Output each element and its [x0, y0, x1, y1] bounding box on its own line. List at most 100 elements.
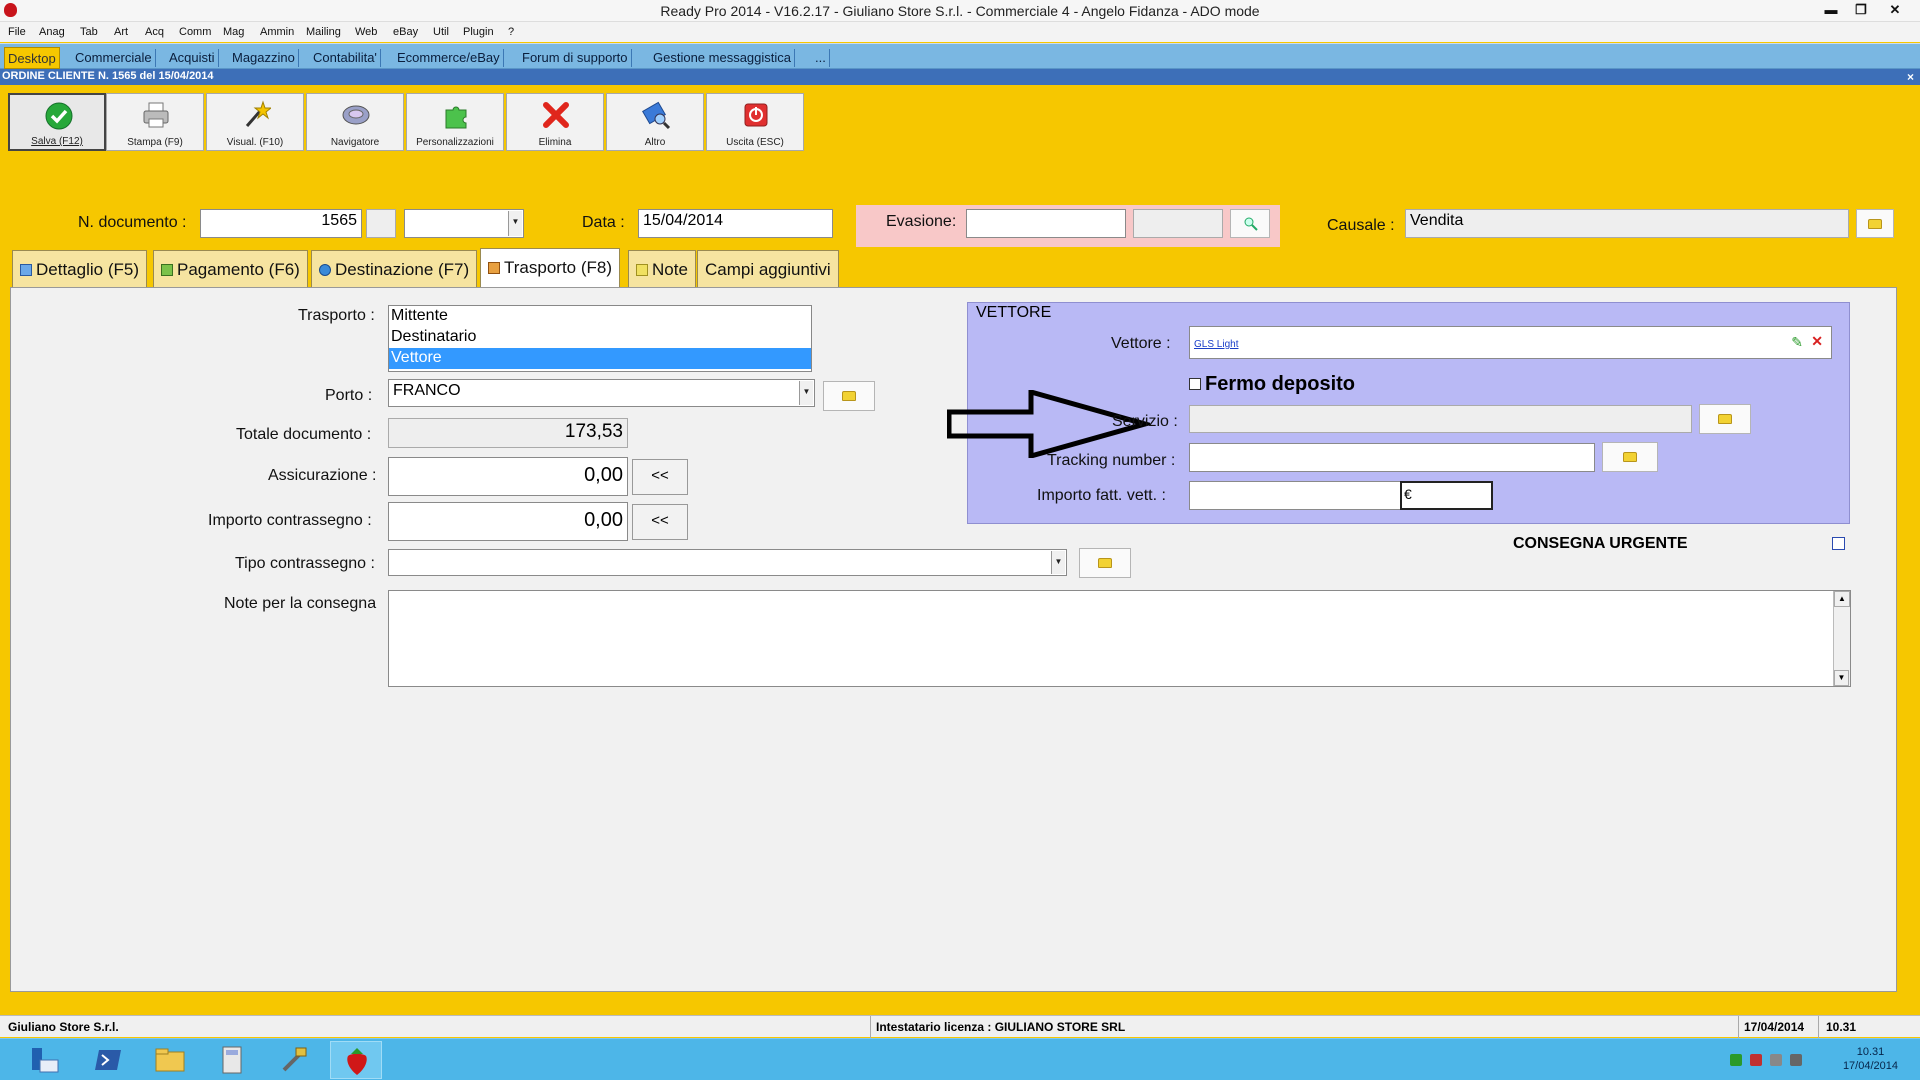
- tab-dettaglio[interactable]: Dettaglio (F5): [12, 250, 147, 287]
- menu-art[interactable]: Art: [114, 26, 128, 38]
- porto-value: FRANCO: [393, 382, 461, 399]
- tipo-contrassegno-folder-button[interactable]: [1079, 548, 1131, 578]
- evasione-input[interactable]: [966, 209, 1126, 238]
- note-scrollbar[interactable]: ▲ ▼: [1833, 591, 1850, 686]
- causale-folder-button[interactable]: [1856, 209, 1894, 238]
- module-tab-contabilita[interactable]: Contabilita': [310, 49, 381, 67]
- tracking-folder-button[interactable]: [1602, 442, 1658, 472]
- porto-folder-button[interactable]: [823, 381, 875, 411]
- module-tab-forum[interactable]: Forum di supporto: [519, 49, 632, 67]
- print-label: Stampa (F9): [127, 137, 183, 148]
- document-close-icon[interactable]: ×: [1907, 70, 1914, 84]
- fermo-deposito-checkbox[interactable]: [1189, 378, 1201, 390]
- ndoc-input[interactable]: 1565: [200, 209, 362, 238]
- tab-pagamento[interactable]: Pagamento (F6): [153, 250, 308, 287]
- taskbar-powershell-app[interactable]: [82, 1041, 134, 1079]
- menu-util[interactable]: Util: [433, 26, 449, 38]
- vettore-link[interactable]: GLS Light: [1194, 339, 1238, 350]
- menu-plugin[interactable]: Plugin: [463, 26, 494, 38]
- scroll-up-icon[interactable]: ▲: [1834, 591, 1850, 607]
- consegna-urgente-checkbox[interactable]: [1832, 537, 1845, 550]
- servizio-input[interactable]: [1189, 405, 1692, 433]
- exit-button[interactable]: Uscita (ESC): [706, 93, 804, 151]
- scroll-down-icon[interactable]: ▼: [1834, 670, 1849, 686]
- menu-comm[interactable]: Comm: [179, 26, 211, 38]
- network-icon[interactable]: [1730, 1054, 1742, 1066]
- globe-icon: [319, 264, 331, 276]
- restore-button[interactable]: ❐: [1846, 0, 1876, 20]
- menu-mag[interactable]: Mag: [223, 26, 244, 38]
- module-tab-magazzino[interactable]: Magazzino: [229, 49, 299, 67]
- porto-select[interactable]: FRANCO ▼: [388, 379, 815, 407]
- note-consegna-textarea[interactable]: [388, 590, 1851, 687]
- vettore-label: Vettore :: [1111, 335, 1171, 352]
- vettore-input[interactable]: GLS Light ✎ ✕: [1189, 326, 1832, 359]
- menu-ebay[interactable]: eBay: [393, 26, 418, 38]
- causale-input[interactable]: Vendita: [1405, 209, 1849, 238]
- ndoc-suffix-input[interactable]: [366, 209, 396, 238]
- print-button[interactable]: Stampa (F9): [106, 93, 204, 151]
- tracking-input[interactable]: [1189, 443, 1595, 472]
- money-icon: [161, 264, 173, 276]
- status-company: Giuliano Store S.r.l.: [8, 1020, 119, 1034]
- tab-campi-aggiuntivi[interactable]: Campi aggiuntivi: [697, 250, 839, 287]
- assicurazione-input[interactable]: 0,00: [388, 457, 628, 496]
- importo-contrassegno-input[interactable]: 0,00: [388, 502, 628, 541]
- check-icon: [45, 102, 73, 130]
- module-tab-messaggistica[interactable]: Gestione messaggistica: [650, 49, 796, 67]
- module-tab-acquisti[interactable]: Acquisti: [166, 49, 219, 67]
- tab-destinazione[interactable]: Destinazione (F7): [311, 250, 478, 287]
- taskbar-explorer-app[interactable]: [18, 1041, 70, 1079]
- evasione-search-button[interactable]: [1230, 209, 1270, 238]
- ndoc-series-select[interactable]: ▼: [404, 209, 524, 238]
- edit-pencil-icon[interactable]: ✎: [1791, 334, 1803, 351]
- importo-vettore-input[interactable]: [1189, 481, 1401, 510]
- taskbar-folder-app[interactable]: [144, 1041, 196, 1079]
- security-icon[interactable]: [1750, 1054, 1762, 1066]
- module-tab-ecommerce[interactable]: Ecommerce/eBay: [394, 49, 504, 67]
- minimize-button[interactable]: ▬: [1816, 0, 1846, 20]
- taskbar-readypro-app[interactable]: [330, 1041, 382, 1079]
- save-button[interactable]: Salva (F12): [8, 93, 106, 151]
- data-input[interactable]: 15/04/2014: [638, 209, 833, 238]
- taskbar-clock[interactable]: 10.31 17/04/2014: [1843, 1045, 1898, 1073]
- menu-anag[interactable]: Anag: [39, 26, 65, 38]
- taskbar-tools-app[interactable]: [268, 1041, 320, 1079]
- module-tab-desktop[interactable]: Desktop: [4, 47, 60, 69]
- preview-button[interactable]: Visual. (F10): [206, 93, 304, 151]
- other-button[interactable]: Altro: [606, 93, 704, 151]
- clear-x-icon[interactable]: ✕: [1811, 333, 1823, 350]
- fermo-deposito-label: Fermo deposito: [1205, 373, 1356, 395]
- tools-icon: [282, 1047, 307, 1072]
- tab-note[interactable]: Note: [628, 250, 696, 287]
- servizio-folder-button[interactable]: [1699, 404, 1751, 434]
- folder-icon: [1718, 414, 1732, 424]
- delete-button[interactable]: Elimina: [506, 93, 604, 151]
- module-tab-commerciale[interactable]: Commerciale: [72, 49, 156, 67]
- menu-mailing[interactable]: Mailing: [306, 26, 341, 38]
- menu-ammin[interactable]: Ammin: [260, 26, 294, 38]
- navigator-button[interactable]: Navigatore: [306, 93, 404, 151]
- tab-trasporto[interactable]: Trasporto (F8): [480, 248, 621, 288]
- currency-input[interactable]: €: [1400, 481, 1493, 510]
- contrassegno-copy-button[interactable]: <<: [632, 504, 688, 540]
- menu-web[interactable]: Web: [355, 26, 377, 38]
- list-item-vettore[interactable]: Vettore: [389, 348, 811, 369]
- list-item-destinatario[interactable]: Destinatario: [389, 327, 811, 348]
- tray-app-icon[interactable]: [1770, 1054, 1782, 1066]
- close-button[interactable]: ✕: [1880, 0, 1910, 20]
- list-item-mittente[interactable]: Mittente: [389, 306, 811, 327]
- module-tab-more[interactable]: ...: [812, 49, 830, 67]
- menu-tab[interactable]: Tab: [80, 26, 98, 38]
- assicurazione-copy-button[interactable]: <<: [632, 459, 688, 495]
- volume-icon[interactable]: [1790, 1054, 1802, 1066]
- taskbar-calculator-app[interactable]: [206, 1041, 258, 1079]
- trasporto-listbox[interactable]: Mittente Destinatario Vettore: [388, 305, 812, 372]
- menu-help[interactable]: ?: [508, 26, 514, 38]
- porto-label: Porto :: [325, 387, 373, 404]
- tipo-contrassegno-select[interactable]: ▼: [388, 549, 1067, 576]
- evasione-extra-input[interactable]: [1133, 209, 1223, 238]
- menu-acq[interactable]: Acq: [145, 26, 164, 38]
- menu-file[interactable]: File: [8, 26, 26, 38]
- customizations-button[interactable]: Personalizzazioni: [406, 93, 504, 151]
